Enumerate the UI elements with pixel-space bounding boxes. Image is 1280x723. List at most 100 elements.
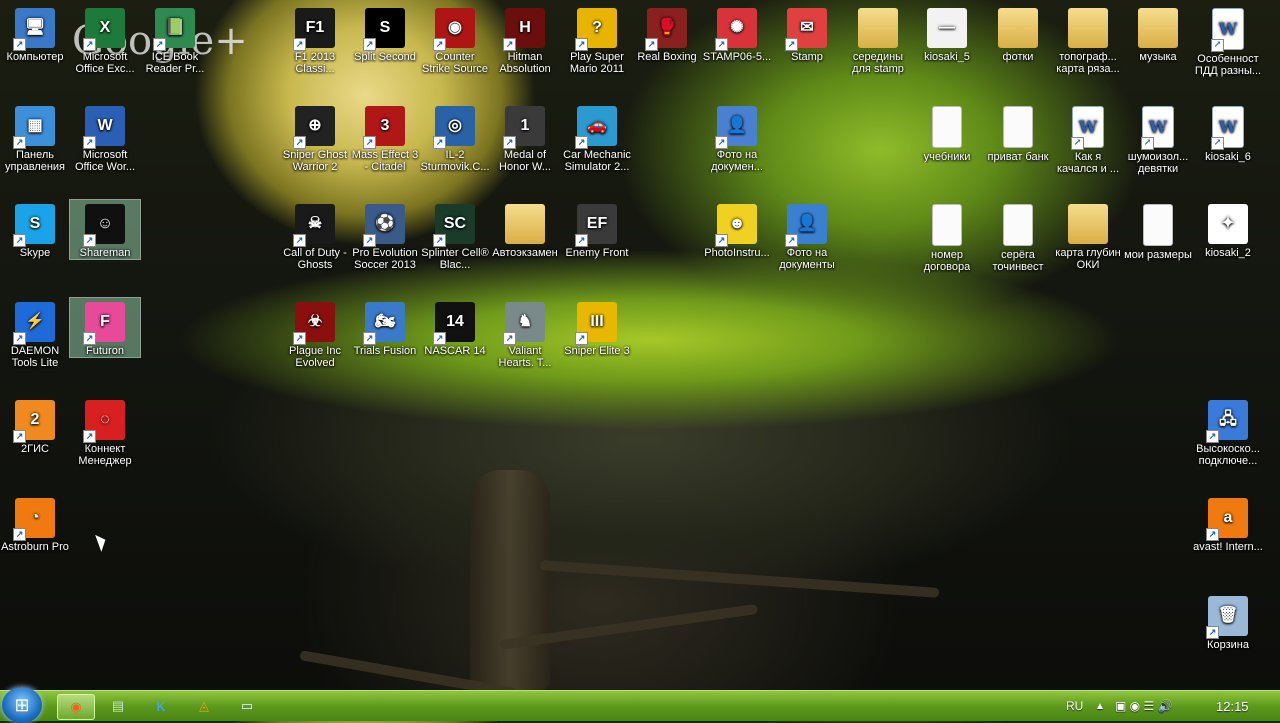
desktop-icon[interactable]: 🖥 ↗ Компьютер <box>0 4 70 63</box>
app-icon: 14 ↗ <box>433 302 475 345</box>
language-indicator[interactable]: RU <box>1066 691 1083 721</box>
desktop-icon[interactable]: S ↗ Skype <box>0 200 70 259</box>
desktop-icon[interactable]: W ↗ Особенност ПДД разны... <box>1193 4 1263 77</box>
desktop-icon[interactable]: 2 ↗ 2ГИС <box>0 396 70 455</box>
desktop-icon[interactable]: фотки <box>983 4 1053 63</box>
desktop-icon[interactable]: F1 ↗ F1 2013 Classi... <box>280 4 350 75</box>
desktop-icon[interactable]: W ↗ kiosaki_6 <box>1193 102 1263 163</box>
tray-icons[interactable]: ▣ ◉ ☰ 🔊 <box>1115 691 1173 721</box>
app-icon: W ↗ <box>1211 8 1244 52</box>
desktop-icon[interactable]: ◎ ↗ IL-2 Sturmovik.C... <box>420 102 490 173</box>
tray-expand-icon[interactable]: ▲ <box>1095 691 1105 721</box>
shortcut-arrow-icon: ↗ <box>293 136 306 149</box>
desktop-icon[interactable]: 🗑 ↗ Корзина <box>1193 592 1263 651</box>
desktop-icon[interactable]: ✦ kiosaki_2 <box>1193 200 1263 259</box>
desktop-icon-label: Pro Evolution Soccer 2013 <box>352 247 418 271</box>
app-icon: W ↗ <box>1211 106 1244 150</box>
desktop-icon-label: Play Super Mario 2011 <box>569 51 625 75</box>
desktop-icon[interactable]: 🚗 ↗ Car Mechanic Simulator 2... <box>562 102 632 173</box>
app-icon: ☻ ↗ <box>715 204 757 247</box>
desktop-icon-label: середины для stamp <box>852 51 904 75</box>
app-icon <box>1003 204 1033 246</box>
desktop-icon[interactable]: ⊕ ↗ Sniper Ghost Warrior 2 <box>280 102 350 173</box>
app-icon: 🥊 ↗ <box>645 8 687 51</box>
desktop-icon[interactable]: карта глубин ОКИ <box>1053 200 1123 271</box>
desktop-icon[interactable]: SC ↗ Splinter Cell® Blac... <box>420 200 490 271</box>
shortcut-arrow-icon: ↗ <box>13 528 26 541</box>
desktop-icon[interactable]: мои размеры <box>1123 200 1193 261</box>
desktop-icon[interactable]: F ↗ Futuron <box>69 297 141 358</box>
wallpaper-tree <box>470 470 550 690</box>
shortcut-arrow-icon: ↗ <box>785 234 798 247</box>
start-button[interactable]: ⊞ <box>2 687 42 723</box>
desktop-icon[interactable]: III ↗ Sniper Elite 3 <box>562 298 632 357</box>
desktop-icon[interactable]: — kiosaki_5 <box>912 4 982 63</box>
app-icon: ◔ ↗ <box>13 498 55 541</box>
desktop-icon-label: Microsoft Office Exc... <box>75 51 135 75</box>
desktop-icon[interactable]: ⚡ ↗ DAEMON Tools Lite <box>0 298 70 369</box>
app-icon: ♞ ↗ <box>503 302 545 345</box>
desktop-icon[interactable]: ♞ ↗ Valiant Hearts. T... <box>490 298 560 369</box>
desktop-icon-label: Фото на документы <box>779 247 835 271</box>
desktop-icon-label: серёга точинвест <box>992 249 1044 273</box>
clock[interactable]: 12:15 <box>1216 691 1249 721</box>
desktop-icon-label: фотки <box>1002 51 1034 63</box>
desktop-icon[interactable]: середины для stamp <box>843 4 913 75</box>
taskbar-item-avast[interactable]: ◬ <box>186 694 222 718</box>
desktop-icon[interactable]: номер договора <box>912 200 982 273</box>
taskbar-item-k-app[interactable]: K <box>143 694 179 718</box>
desktop-icon[interactable]: приват банк <box>983 102 1053 163</box>
desktop-icon[interactable]: 1 ↗ Medal of Honor W... <box>490 102 560 173</box>
taskbar-item-notepad[interactable]: ▤ <box>100 694 136 718</box>
desktop-icon-label: IL-2 Sturmovik.C... <box>420 149 490 173</box>
desktop-icon[interactable]: 📗 ↗ ICE Book Reader Pr... <box>140 4 210 75</box>
app-icon: 🖧 ↗ <box>1206 400 1248 443</box>
desktop-icon[interactable]: ? ↗ Play Super Mario 2011 <box>562 4 632 75</box>
desktop-icon[interactable]: топограф... карта ряза... <box>1053 4 1123 75</box>
desktop-icon[interactable]: 🖧 ↗ Высокоско... подключе... <box>1193 396 1263 467</box>
desktop-icon[interactable]: ☺ ↗ Shareman <box>69 199 141 260</box>
desktop-icon[interactable]: Автоэкзамен <box>490 200 560 259</box>
shortcut-arrow-icon: ↗ <box>433 38 446 51</box>
desktop-icon[interactable]: EF ↗ Enemy Front <box>562 200 632 259</box>
desktop-icon[interactable]: ✺ ↗ STAMP06-5... <box>702 4 772 63</box>
desktop-icon[interactable]: ☣ ↗ Plague Inc Evolved <box>280 298 350 369</box>
desktop-icon[interactable]: W ↗ шумоизол... девятки <box>1123 102 1193 175</box>
desktop-icon[interactable]: ◉ ↗ Counter Strike Source <box>420 4 490 75</box>
taskbar-item-firefox[interactable]: ◉ <box>57 694 95 720</box>
app-icon: SC ↗ <box>433 204 475 247</box>
desktop-icon[interactable]: H ↗ Hitman Absolution <box>490 4 560 75</box>
desktop-icon[interactable]: ▦ ↗ Панель управления <box>0 102 70 173</box>
desktop-icon[interactable]: серёга точинвест <box>983 200 1053 273</box>
desktop-icon[interactable]: 🏍 ↗ Trials Fusion <box>350 298 420 357</box>
desktop-icon[interactable]: 3 ↗ Mass Effect 3 - Citadel <box>350 102 420 173</box>
desktop-icon[interactable]: a ↗ avast! Intern... <box>1193 494 1263 553</box>
desktop-icon[interactable]: ◔ ↗ Astroburn Pro <box>0 494 70 553</box>
desktop-icon[interactable]: W ↗ Microsoft Office Wor... <box>70 102 140 173</box>
shortcut-arrow-icon: ↗ <box>13 234 26 247</box>
desktop-icon-label: Valiant Hearts. T... <box>498 345 552 369</box>
desktop-icon[interactable]: 14 ↗ NASCAR 14 <box>420 298 490 357</box>
desktop-icon[interactable]: 👤 ↗ Фото на докумен... <box>702 102 772 173</box>
desktop-icon[interactable]: ◌ ↗ Коннект Менеджер <box>70 396 140 467</box>
desktop-icon[interactable]: S ↗ Split Second <box>350 4 420 63</box>
desktop-icon-label: Как я качался и ... <box>1056 151 1120 175</box>
desktop-icon[interactable]: 👤 ↗ Фото на документы <box>772 200 842 271</box>
shortcut-arrow-icon: ↗ <box>363 136 376 149</box>
shortcut-arrow-icon: ↗ <box>13 430 26 443</box>
app-icon: a ↗ <box>1206 498 1248 541</box>
desktop-icon[interactable]: ☠ ↗ Call of Duty - Ghosts <box>280 200 350 271</box>
desktop-icon[interactable]: ☻ ↗ PhotoInstru... <box>702 200 772 259</box>
desktop-icon[interactable]: W ↗ Как я качался и ... <box>1053 102 1123 175</box>
desktop-icon[interactable]: 🥊 ↗ Real Boxing <box>632 4 702 63</box>
app-icon: 1 ↗ <box>503 106 545 149</box>
desktop-icon[interactable]: музыка <box>1123 4 1193 63</box>
app-icon: 3 ↗ <box>363 106 405 149</box>
desktop-icon[interactable]: учебники <box>912 102 982 163</box>
app-icon: 👤 ↗ <box>715 106 757 149</box>
desktop-icon[interactable]: ⚽ ↗ Pro Evolution Soccer 2013 <box>350 200 420 271</box>
taskbar-item-window[interactable]: ▭ <box>229 694 265 718</box>
app-icon: ◎ ↗ <box>433 106 475 149</box>
desktop-icon[interactable]: X ↗ Microsoft Office Exc... <box>70 4 140 75</box>
desktop-icon[interactable]: ✉ ↗ Stamp <box>772 4 842 63</box>
